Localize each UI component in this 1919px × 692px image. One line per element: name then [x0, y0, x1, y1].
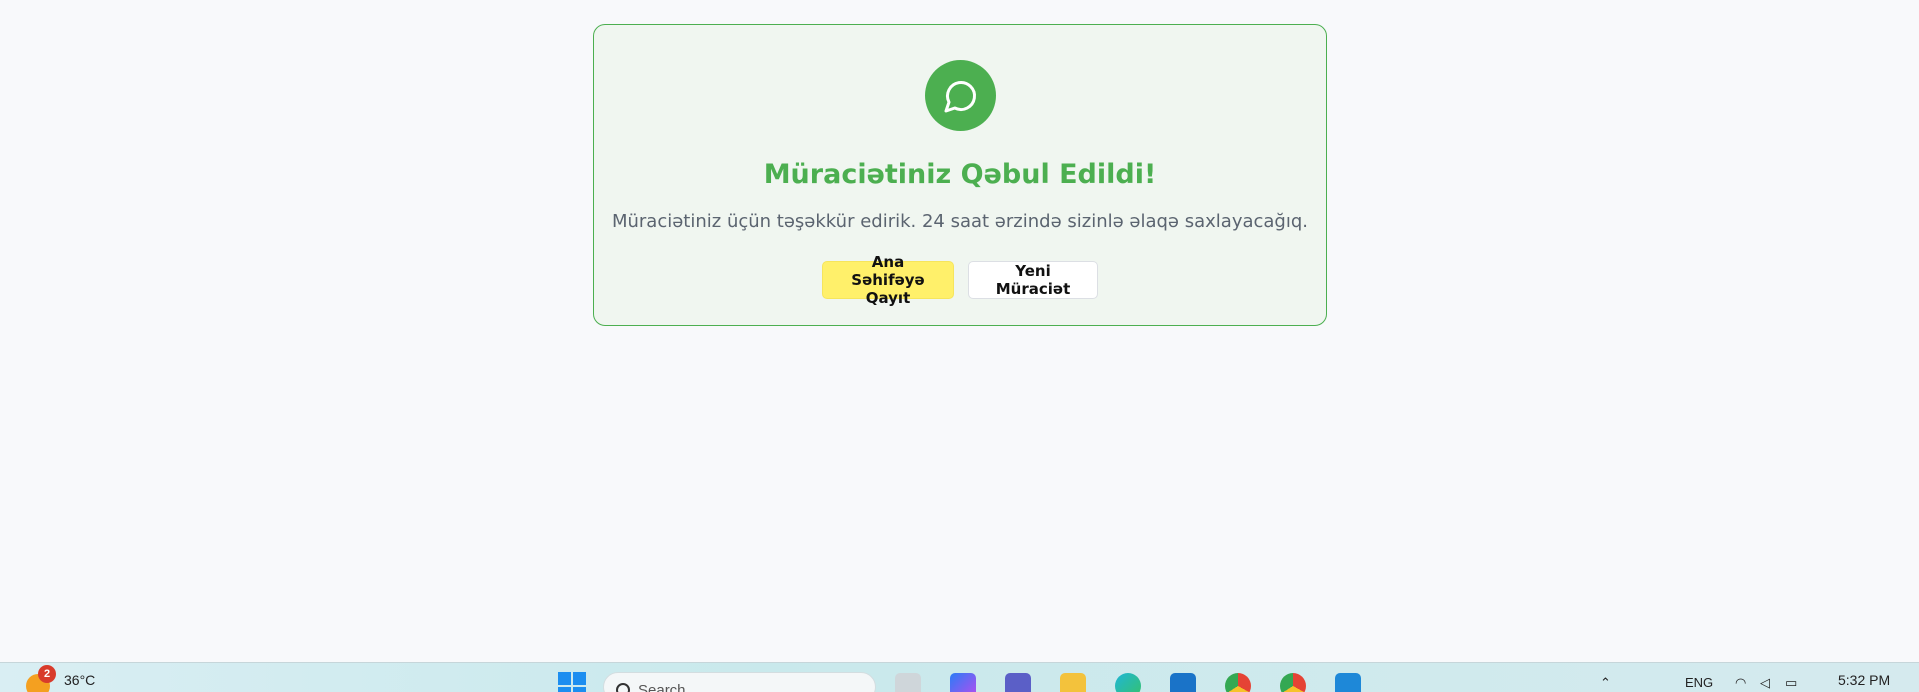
page: Müraciətiniz Qəbul Edildi! Müraciətiniz …	[0, 0, 1919, 662]
chrome-icon[interactable]	[1225, 673, 1251, 692]
taskbar-search[interactable]: Search	[603, 672, 876, 692]
copilot-icon[interactable]	[950, 673, 976, 692]
taskbar: 2 36°C Search ⌃ ENG ◠ ◁ ▭ 5:32 PM	[0, 662, 1919, 692]
temperature: 36°C	[64, 672, 96, 688]
battery-icon[interactable]: ▭	[1785, 675, 1797, 691]
vscode-icon[interactable]	[1335, 673, 1361, 692]
volume-icon[interactable]: ◁	[1760, 675, 1770, 691]
clock[interactable]: 5:32 PM	[1838, 672, 1890, 688]
success-card: Müraciətiniz Qəbul Edildi! Müraciətiniz …	[593, 24, 1327, 326]
windows-icon	[558, 672, 586, 692]
success-title: Müraciətiniz Qəbul Edildi!	[763, 159, 1157, 190]
start-button[interactable]	[558, 667, 586, 692]
tray-chevron-icon[interactable]: ⌃	[1600, 675, 1611, 691]
weather-badge: 2	[38, 665, 56, 683]
search-placeholder: Search	[638, 681, 686, 692]
edge-icon[interactable]	[1115, 673, 1141, 692]
back-home-button[interactable]: Ana Səhifəyə Qayıt	[822, 253, 954, 307]
chrome-profile-icon[interactable]	[1280, 673, 1306, 692]
success-message: Müraciətiniz üçün təşəkkür edirik. 24 sa…	[611, 211, 1309, 232]
message-circle-icon	[925, 60, 996, 131]
action-buttons: Ana Səhifəyə Qayıt Yeni Müraciət	[594, 253, 1326, 307]
teams-icon[interactable]	[1005, 673, 1031, 692]
wifi-icon[interactable]: ◠	[1735, 675, 1746, 691]
search-icon	[616, 683, 630, 692]
language-indicator[interactable]: ENG	[1685, 675, 1713, 690]
store-icon[interactable]	[1170, 673, 1196, 692]
file-explorer-icon[interactable]	[1060, 673, 1086, 692]
new-application-button[interactable]: Yeni Müraciət	[968, 261, 1098, 299]
task-view-icon[interactable]	[895, 673, 921, 692]
